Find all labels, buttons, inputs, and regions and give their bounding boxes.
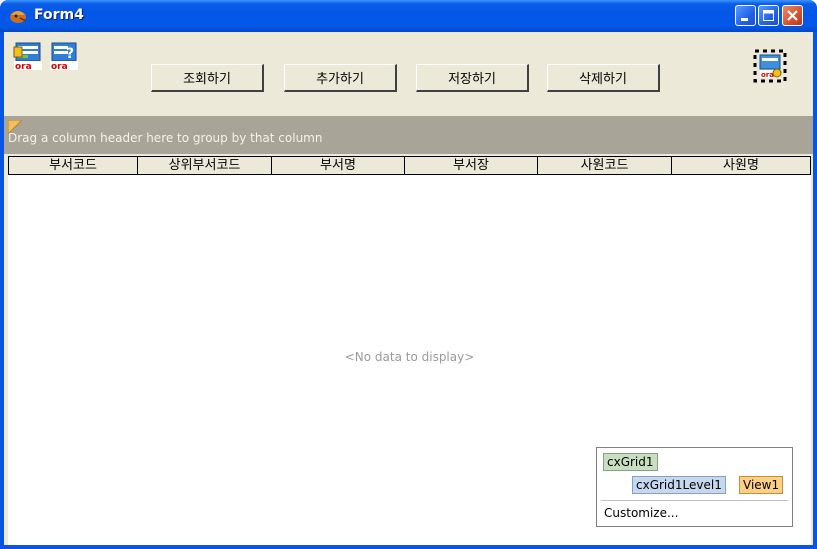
grid-node[interactable]: cxGrid1 — [603, 453, 658, 471]
minimize-icon — [741, 18, 748, 21]
close-button[interactable] — [782, 5, 803, 26]
minimize-button[interactable] — [735, 5, 756, 26]
form-client-area: ora ? ora 조회하기 추가하기 저장하기 삭제하기 ora Drag a… — [4, 32, 813, 545]
query-button[interactable]: 조회하기 — [151, 64, 264, 92]
ora-component-icon[interactable]: ora — [752, 48, 788, 84]
column-header-employee-name[interactable]: 사원명 — [671, 157, 811, 174]
popup-divider — [601, 500, 788, 501]
grid-level-node[interactable]: cxGrid1Level1 — [632, 476, 726, 494]
title-bar[interactable]: Form4 — [0, 0, 817, 32]
no-data-message: <No data to display> — [344, 350, 475, 364]
toolbar-panel: ora ? ora 조회하기 추가하기 저장하기 삭제하기 ora — [4, 32, 813, 116]
column-header-dept-code[interactable]: 부서코드 — [8, 157, 137, 174]
ora-connect-icon[interactable]: ora — [12, 41, 44, 73]
grid-level-designer: cxGrid1 cxGrid1Level1 View1 Customize... — [596, 447, 793, 527]
window-title: Form4 — [34, 7, 84, 23]
group-panel-hint: Drag a column header here to group by th… — [8, 131, 323, 145]
column-header-dept-head[interactable]: 부서장 — [404, 157, 537, 174]
grid-view-node[interactable]: View1 — [739, 476, 784, 494]
delete-button[interactable]: 삭제하기 — [547, 64, 660, 92]
customize-link[interactable]: Customize... — [604, 506, 678, 520]
grid-header-row: 부서코드 상위부서코드 부서명 부서장 사원코드 사원명 — [8, 156, 811, 175]
svg-text:?: ? — [66, 46, 74, 62]
maximize-button[interactable] — [758, 5, 779, 26]
column-header-employee-code[interactable]: 사원코드 — [537, 157, 671, 174]
maximize-icon — [763, 10, 774, 21]
window-bottom-border — [0, 545, 817, 549]
svg-text:ora: ora — [761, 71, 774, 79]
column-header-parent-dept-code[interactable]: 상위부서코드 — [137, 157, 271, 174]
close-icon — [787, 10, 798, 21]
app-icon — [10, 11, 27, 23]
group-by-panel[interactable]: Drag a column header here to group by th… — [4, 116, 813, 154]
svg-text:ora: ora — [15, 62, 32, 72]
save-button[interactable]: 저장하기 — [416, 64, 529, 92]
svg-text:ora: ora — [51, 62, 68, 72]
add-button[interactable]: 추가하기 — [284, 64, 397, 92]
ora-query-icon[interactable]: ? ora — [48, 41, 80, 73]
column-header-dept-name[interactable]: 부서명 — [271, 157, 404, 174]
form-window: Form4 ora ? ora 조회하기 추가하기 저장하기 삭제하기 ora … — [0, 0, 817, 549]
